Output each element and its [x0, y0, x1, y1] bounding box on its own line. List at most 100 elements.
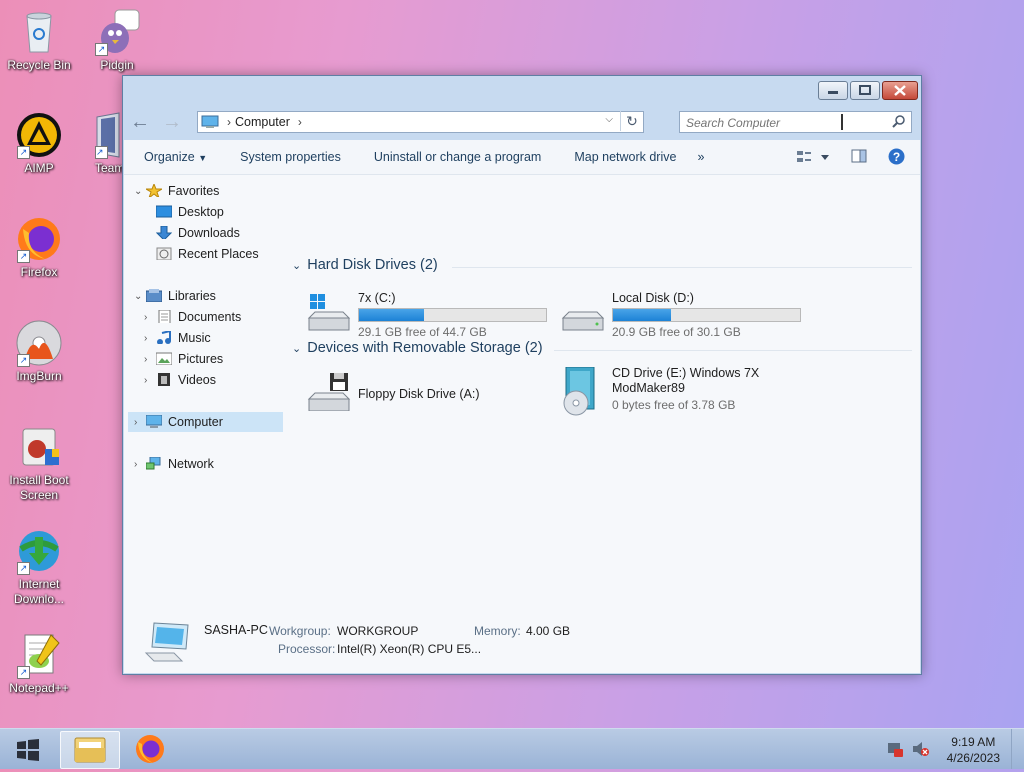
nav-music[interactable]: Music [156, 328, 211, 348]
drive-name-line1: CD Drive (E:) Windows 7X [612, 366, 760, 380]
minimize-button[interactable] [818, 81, 848, 100]
search-icon[interactable] [892, 115, 906, 129]
expand-videos-icon[interactable]: › [144, 375, 154, 386]
computer-icon [146, 415, 162, 428]
nav-recent-places[interactable]: Recent Places [156, 244, 259, 264]
collapse-group-icon: ⌄ [292, 260, 302, 272]
group-divider [554, 350, 912, 351]
title-bar[interactable] [123, 76, 921, 106]
refresh-icon[interactable]: ↻ [620, 111, 643, 131]
processor-label: Processor: [278, 642, 336, 656]
drive-free-space: 20.9 GB free of 30.1 GB [612, 325, 741, 339]
collapse-libraries-icon[interactable]: ⌄ [134, 291, 144, 302]
firefox-icon [136, 735, 164, 763]
nav-label: Computer [168, 415, 223, 429]
show-desktop-button[interactable] [1011, 729, 1024, 769]
nav-downloads[interactable]: Downloads [156, 223, 240, 243]
map-network-drive-button[interactable]: Map network drive [554, 150, 689, 164]
back-arrow-icon: ← [130, 111, 150, 133]
drive-e-cd[interactable]: CD Drive (E:) Windows 7X ModMaker89 0 by… [560, 366, 800, 419]
expand-computer-icon[interactable]: › [134, 417, 144, 428]
clock-date: 4/26/2023 [946, 751, 1000, 765]
nav-documents[interactable]: Documents [156, 307, 241, 327]
desktop-icon-recycle-bin[interactable]: Recycle Bin [1, 8, 77, 73]
desktop-icon-label: Firefox [20, 265, 58, 279]
more-commands-button[interactable]: » [689, 150, 717, 164]
desktop-icon-pidgin[interactable]: ↗ Pidgin [79, 8, 155, 73]
network-icon [146, 457, 161, 470]
expand-pictures-icon[interactable]: › [144, 354, 154, 365]
windows-logo-icon [17, 739, 39, 761]
nav-network[interactable]: Network [146, 454, 214, 474]
svg-text:?: ? [893, 150, 900, 164]
uninstall-program-button[interactable]: Uninstall or change a program [354, 150, 554, 164]
system-properties-button[interactable]: System properties [220, 150, 354, 164]
desktop-icon-team[interactable]: ↗ Team [79, 111, 123, 176]
group-header-removable[interactable]: ⌄ Devices with Removable Storage (2) [292, 340, 912, 360]
nav-favorites[interactable]: Favorites [146, 181, 219, 201]
desktop-icon-notepad-plus-plus[interactable]: ↗ Notepad++ [1, 631, 77, 696]
nav-label: Music [178, 331, 211, 345]
nav-label: Pictures [178, 352, 224, 366]
forward-button[interactable]: → [161, 112, 183, 134]
address-bar[interactable]: › Computer › ⌵ ↻ [197, 111, 644, 133]
drive-d[interactable]: Local Disk (D:) 20.9 GB free of 30.1 GB [560, 291, 801, 342]
download-arrow-icon [156, 226, 172, 239]
group-title: Hard Disk Drives (2) [307, 257, 438, 273]
back-button[interactable]: ← [129, 112, 151, 134]
desktop-icon-internet-download-manager[interactable]: ↗ Internet Downlo... [1, 527, 77, 607]
nav-computer[interactable]: Computer [146, 412, 223, 432]
network-tray-icon[interactable] [886, 741, 904, 760]
expand-documents-icon[interactable]: › [144, 312, 154, 323]
group-header-hard-disks[interactable]: ⌄ Hard Disk Drives (2) [292, 257, 912, 277]
nav-libraries[interactable]: Libraries [146, 286, 216, 306]
computer-icon [201, 115, 219, 128]
help-icon: ? [888, 148, 905, 165]
start-button[interactable] [0, 729, 56, 769]
desktop-icon-imgburn[interactable]: ↗ ImgBurn [1, 319, 77, 384]
preview-pane-button[interactable] [851, 148, 867, 167]
group-title: Devices with Removable Storage (2) [307, 340, 543, 356]
organize-button[interactable]: Organize ▼ [124, 150, 220, 164]
nav-desktop[interactable]: Desktop [156, 202, 224, 222]
close-button[interactable] [882, 81, 918, 100]
drive-usage-bar [358, 308, 547, 322]
system-clock[interactable]: 9:19 AM 4/26/2023 [947, 734, 1000, 766]
desktop-icon-install-boot-screen[interactable]: Install Boot Screen [1, 423, 77, 503]
drive-name: 7x (C:) [358, 291, 396, 305]
change-view-button[interactable] [796, 149, 832, 168]
maximize-button[interactable] [850, 81, 880, 100]
help-button[interactable]: ? [888, 148, 905, 168]
volume-tray-icon[interactable] [911, 741, 929, 760]
main-pane: ⌄ Hard Disk Drives (2) 7x (C:) 29.1 GB fr… [288, 175, 920, 597]
hard-drive-icon [561, 311, 605, 331]
search-box[interactable] [679, 111, 912, 133]
pc-name: SASHA-PC [204, 623, 268, 637]
desktop-icon-aimp[interactable]: ↗ AIMP [1, 111, 77, 176]
team-icon: ↗ [93, 111, 123, 159]
cd-drive-icon [563, 367, 595, 416]
memory-value: 4.00 GB [526, 624, 571, 638]
taskbar-explorer[interactable] [60, 731, 120, 769]
desktop-icon-firefox[interactable]: ↗ Firefox [1, 215, 77, 280]
breadcrumb-separator-icon: › [227, 115, 231, 129]
nav-pictures[interactable]: Pictures [156, 349, 223, 369]
breadcrumb-chevron-icon[interactable]: › [298, 115, 302, 129]
pictures-icon [156, 352, 172, 365]
recent-places-icon [156, 247, 172, 260]
address-dropdown-icon[interactable]: ⌵ [605, 114, 613, 125]
minimize-icon [828, 91, 838, 94]
taskbar-firefox[interactable] [121, 731, 179, 767]
forward-arrow-icon: → [162, 111, 182, 133]
shortcut-arrow-icon: ↗ [95, 146, 108, 159]
search-input[interactable] [684, 115, 838, 131]
nav-videos[interactable]: Videos [156, 370, 216, 390]
expand-network-icon[interactable]: › [134, 459, 144, 470]
firefox-icon: ↗ [15, 215, 63, 263]
expand-music-icon[interactable]: › [144, 333, 154, 344]
memory-label: Memory: [474, 624, 521, 638]
breadcrumb-computer[interactable]: Computer [235, 115, 290, 129]
collapse-favorites-icon[interactable]: ⌄ [134, 186, 144, 197]
drive-c[interactable]: 7x (C:) 29.1 GB free of 44.7 GB [306, 291, 547, 342]
drive-a-floppy[interactable]: Floppy Disk Drive (A:) [306, 371, 546, 415]
